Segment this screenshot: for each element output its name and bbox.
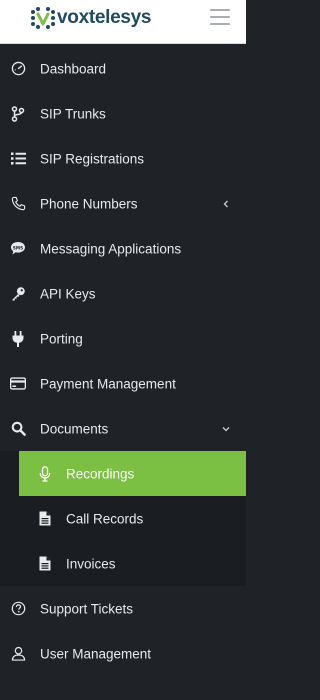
file-text-icon — [38, 556, 52, 572]
question-circle-icon — [10, 601, 26, 617]
logo-mark-icon — [31, 7, 55, 29]
hamburger-icon[interactable] — [210, 9, 230, 25]
sidebar-item-porting[interactable]: Porting — [0, 316, 246, 361]
documents-submenu: Recordings Call Records Invoices — [0, 451, 246, 586]
sidebar-item-label: Messaging Applications — [40, 241, 182, 256]
sidebar-subitem-label: Recordings — [66, 466, 135, 481]
branch-icon — [10, 105, 26, 122]
microphone-icon — [38, 465, 52, 482]
credit-card-icon — [10, 376, 26, 392]
sidebar-item-label: Payment Management — [40, 376, 176, 391]
sidebar-item-sip-trunks[interactable]: SIP Trunks — [0, 91, 246, 136]
sidebar-item-sip-registrations[interactable]: SIP Registrations — [0, 136, 246, 181]
sidebar-item-label: SIP Trunks — [40, 106, 106, 121]
sidebar-nav: Dashboard SIP Trunks SIP Registrations P… — [0, 46, 246, 676]
key-icon — [10, 286, 26, 302]
plug-icon — [10, 330, 26, 347]
sidebar-item-dashboard[interactable]: Dashboard — [0, 46, 246, 91]
phone-icon — [10, 196, 26, 212]
search-icon — [10, 421, 26, 437]
list-icon — [10, 151, 26, 167]
sidebar-item-label: Dashboard — [40, 61, 107, 76]
speedometer-icon — [10, 61, 26, 77]
sidebar-item-label: Support Tickets — [40, 601, 134, 616]
brand-logo[interactable]: voxtelesys — [30, 6, 151, 30]
sidebar-item-payment-management[interactable]: Payment Management — [0, 361, 246, 406]
sidebar-item-label: Porting — [40, 331, 83, 346]
sidebar-subitem-invoices[interactable]: Invoices — [0, 541, 246, 586]
sidebar-item-label: Phone Numbers — [40, 196, 138, 211]
sidebar-subitem-recordings[interactable]: Recordings — [19, 451, 246, 496]
sidebar-item-label: User Management — [40, 646, 152, 661]
sms-bubble-icon: SMS — [10, 241, 26, 257]
sidebar-item-messaging-applications[interactable]: SMS Messaging Applications — [0, 226, 246, 271]
sidebar-item-label: API Keys — [40, 286, 96, 301]
sidebar-item-label: Documents — [40, 421, 109, 436]
brand-name: voxtelesys — [57, 7, 152, 28]
file-text-icon — [38, 511, 52, 527]
sidebar-item-phone-numbers[interactable]: Phone Numbers — [0, 181, 246, 226]
chevron-down-icon — [222, 425, 230, 433]
sidebar-item-documents[interactable]: Documents — [0, 406, 246, 451]
svg-text:SMS: SMS — [13, 245, 23, 250]
sidebar-item-api-keys[interactable]: API Keys — [0, 271, 246, 316]
sidebar-subitem-label: Invoices — [66, 556, 116, 571]
sidebar-subitem-call-records[interactable]: Call Records — [0, 496, 246, 541]
user-icon — [10, 646, 26, 662]
top-bar: voxtelesys — [0, 0, 246, 44]
sidebar-item-user-management[interactable]: User Management — [0, 631, 246, 676]
sidebar-item-support-tickets[interactable]: Support Tickets — [0, 586, 246, 631]
app-window: voxtelesys Dashboard SIP Trunks SIP Regi… — [0, 0, 246, 700]
sidebar-item-label: SIP Registrations — [40, 151, 145, 166]
sidebar-subitem-label: Call Records — [66, 511, 144, 526]
chevron-left-icon — [222, 200, 230, 208]
